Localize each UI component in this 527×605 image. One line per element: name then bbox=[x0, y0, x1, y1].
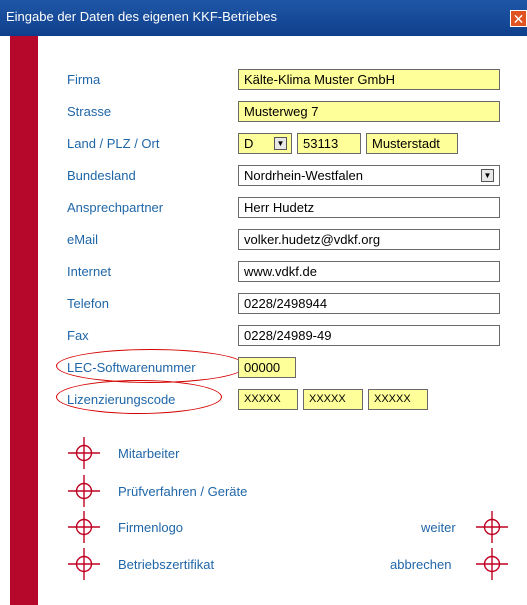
dialog-window: Eingabe der Daten des eigenen KKF-Betrie… bbox=[0, 0, 527, 605]
betriebszertifikat-link[interactable]: Betriebszertifikat bbox=[118, 557, 214, 572]
strasse-label: Strasse bbox=[67, 104, 112, 119]
lec-input[interactable]: 00000 bbox=[238, 357, 296, 378]
crosshair-icon[interactable] bbox=[68, 511, 100, 543]
plz-input[interactable]: 53113 bbox=[297, 133, 361, 154]
crosshair-icon[interactable] bbox=[476, 511, 508, 543]
internet-input[interactable]: www.vdkf.de bbox=[238, 261, 500, 282]
crosshair-icon[interactable] bbox=[68, 475, 100, 507]
title-bar: Eingabe der Daten des eigenen KKF-Betrie… bbox=[0, 0, 527, 36]
email-input[interactable]: volker.hudetz@vdkf.org bbox=[238, 229, 500, 250]
ansprechpartner-input[interactable]: Herr Hudetz bbox=[238, 197, 500, 218]
lizenz-highlight-oval bbox=[56, 380, 222, 414]
triangle-down-icon: ▼ bbox=[483, 171, 492, 180]
bundesland-dropdown-button[interactable]: ▼ bbox=[481, 169, 494, 182]
internet-label: Internet bbox=[67, 264, 112, 279]
firma-label: Firma bbox=[67, 72, 101, 87]
land-plz-ort-label: Land / PLZ / Ort bbox=[67, 136, 160, 151]
crosshair-icon[interactable] bbox=[68, 548, 100, 580]
telefon-label: Telefon bbox=[67, 296, 109, 311]
ort-input[interactable]: Musterstadt bbox=[366, 133, 458, 154]
land-dropdown-button[interactable]: ▼ bbox=[274, 137, 287, 150]
firma-input[interactable]: Kälte-Klima Muster GmbH bbox=[238, 69, 500, 90]
window-title: Eingabe der Daten des eigenen KKF-Betrie… bbox=[6, 9, 278, 24]
ansprechpartner-label: Ansprechpartner bbox=[67, 200, 164, 215]
fax-label: Fax bbox=[67, 328, 89, 343]
bundesland-value: Nordrhein-Westfalen bbox=[244, 168, 363, 183]
strasse-input[interactable]: Musterweg 7 bbox=[238, 101, 500, 122]
telefon-input[interactable]: 0228/2498944 bbox=[238, 293, 500, 314]
bundesland-label: Bundesland bbox=[67, 168, 136, 183]
mitarbeiter-link[interactable]: Mitarbeiter bbox=[118, 446, 179, 461]
side-accent-stripe bbox=[10, 36, 38, 605]
firmenlogo-link[interactable]: Firmenlogo bbox=[118, 520, 183, 535]
bundesland-select[interactable]: Nordrhein-Westfalen bbox=[238, 165, 500, 186]
lizenz-part3-input[interactable]: XXXXX bbox=[368, 389, 428, 410]
fax-input[interactable]: 0228/24989-49 bbox=[238, 325, 500, 346]
weiter-link[interactable]: weiter bbox=[421, 520, 456, 535]
email-label: eMail bbox=[67, 232, 99, 247]
triangle-down-icon: ▼ bbox=[276, 139, 285, 148]
land-value: D bbox=[244, 136, 254, 151]
crosshair-icon[interactable] bbox=[476, 548, 508, 580]
crosshair-icon[interactable] bbox=[68, 437, 100, 469]
lec-highlight-oval bbox=[56, 349, 246, 383]
lizenz-part2-input[interactable]: XXXXX bbox=[303, 389, 363, 410]
lizenz-part1-input[interactable]: XXXXX bbox=[238, 389, 298, 410]
pruefverfahren-link[interactable]: Prüfverfahren / Geräte bbox=[118, 484, 247, 499]
abbrechen-link[interactable]: abbrechen bbox=[390, 557, 451, 572]
close-button[interactable]: ✕ bbox=[510, 10, 527, 27]
